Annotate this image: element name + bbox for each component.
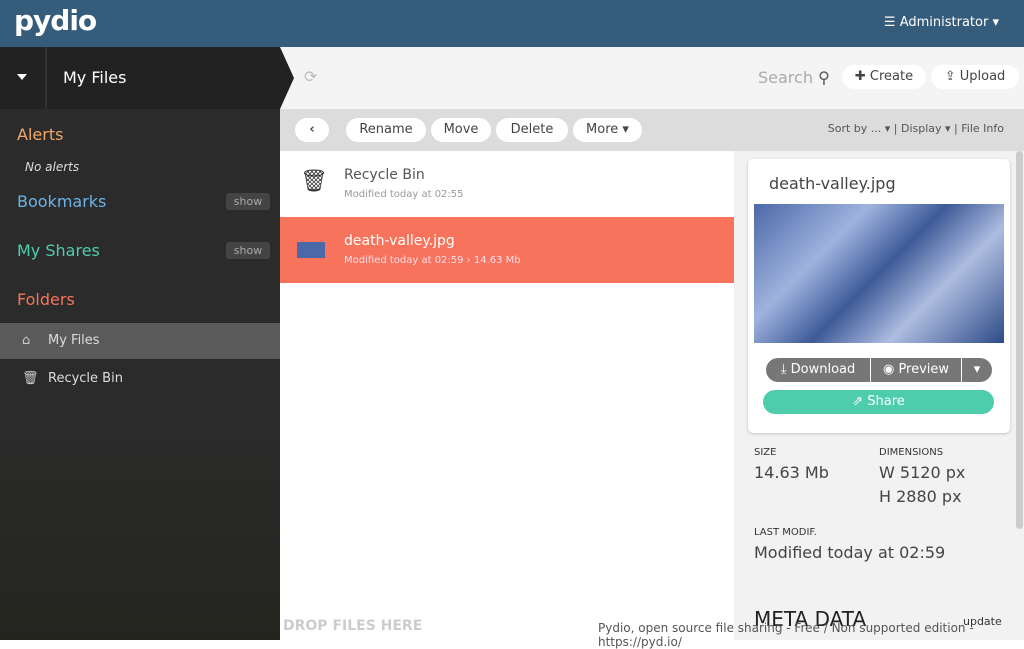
my-shares-heading: My Shares [17, 241, 100, 260]
file-toolbar: ‹ Rename Move Delete More ▾ Sort by ... … [280, 109, 1024, 151]
info-card: death-valley.jpg ⤓ Download ◉ Preview ▾ … [748, 159, 1010, 433]
image-preview [754, 204, 1004, 343]
user-menu[interactable]: ☰ Administrator ▾ [884, 15, 999, 30]
bookmarks-show-button[interactable]: show [226, 193, 270, 210]
file-name: death-valley.jpg [344, 233, 455, 249]
top-bar: pydio ☰ Administrator ▾ [0, 0, 1024, 47]
sidebar-item-recycle-bin[interactable]: 🗑 Recycle Bin [0, 361, 280, 397]
delete-button[interactable]: Delete [496, 118, 568, 142]
folders-heading: Folders [17, 290, 75, 309]
pydio-logo: pydio [14, 4, 97, 37]
trash-icon: 🗑 [300, 169, 328, 194]
divider [45, 47, 47, 109]
last-modified-value: Modified today at 02:59 [754, 543, 946, 562]
file-info-panel: death-valley.jpg ⤓ Download ◉ Preview ▾ … [734, 151, 1024, 640]
no-alerts-text: No alerts [25, 160, 80, 174]
more-actions-dropdown[interactable]: ▾ [962, 358, 992, 382]
file-meta: Modified today at 02:59 › 14.63 Mb [344, 255, 521, 266]
file-meta: Modified today at 02:55 [344, 189, 464, 200]
bookmarks-heading: Bookmarks [17, 192, 107, 211]
image-thumbnail [297, 242, 325, 258]
search-input[interactable]: Search ⚲ [758, 68, 830, 87]
drop-zone-label: DROP FILES HERE [283, 618, 423, 634]
size-value: 14.63 Mb [754, 463, 829, 482]
preview-button[interactable]: ◉ Preview [871, 358, 961, 382]
file-name: Recycle Bin [344, 167, 425, 183]
home-icon: ⌂ [22, 333, 31, 348]
height-value: H 2880 px [879, 487, 962, 506]
trash-icon: 🗑 [22, 371, 39, 386]
width-value: W 5120 px [879, 463, 966, 482]
share-button[interactable]: ⇗ Share [763, 390, 994, 414]
sidebar-item-my-files[interactable]: ⌂ My Files [0, 323, 280, 359]
info-title: death-valley.jpg [769, 174, 896, 193]
workspace-header: My Files [0, 47, 280, 109]
footer-text: Pydio, open source file sharing - Free /… [598, 621, 974, 649]
upload-button[interactable]: ⇪ Upload [931, 65, 1019, 89]
view-options: Sort by ... ▾ | Display ▾ | File Info [827, 122, 1004, 135]
dimensions-label: DIMENSIONS [879, 447, 944, 458]
move-button[interactable]: Move [431, 118, 491, 142]
workspace-menu-caret-icon[interactable] [17, 74, 27, 80]
info-scrollbar[interactable] [1016, 151, 1023, 529]
file-info-toggle[interactable]: File Info [961, 122, 1004, 135]
create-button[interactable]: ✚ Create [842, 65, 926, 89]
file-list: 🗑 Recycle Bin Modified today at 02:55 de… [280, 151, 734, 640]
download-button[interactable]: ⤓ Download [766, 358, 870, 382]
alerts-heading: Alerts [17, 125, 64, 144]
sidebar-item-label: My Files [48, 333, 100, 348]
size-label: SIZE [754, 447, 777, 458]
display-menu[interactable]: Display ▾ [901, 122, 951, 135]
rename-button[interactable]: Rename [346, 118, 426, 142]
breadcrumb-arrow [280, 47, 294, 109]
search-icon: ⚲ [818, 68, 830, 87]
list-item-selected[interactable]: death-valley.jpg Modified today at 02:59… [280, 217, 734, 283]
workspace-title: My Files [63, 68, 127, 87]
back-button[interactable]: ‹ [295, 118, 329, 142]
more-button[interactable]: More ▾ [573, 118, 642, 142]
sidebar: My Files Alerts No alerts Bookmarks show… [0, 47, 280, 640]
sidebar-item-label: Recycle Bin [48, 371, 123, 386]
sort-menu[interactable]: Sort by ... ▾ [828, 122, 891, 135]
last-modified-label: LAST MODIF. [754, 527, 817, 538]
list-item[interactable]: 🗑 Recycle Bin Modified today at 02:55 [280, 151, 734, 217]
refresh-icon[interactable]: ⟳ [304, 67, 317, 86]
shares-show-button[interactable]: show [226, 242, 270, 259]
action-bar: ⟳ Search ⚲ ✚ Create ⇪ Upload [280, 47, 1024, 109]
